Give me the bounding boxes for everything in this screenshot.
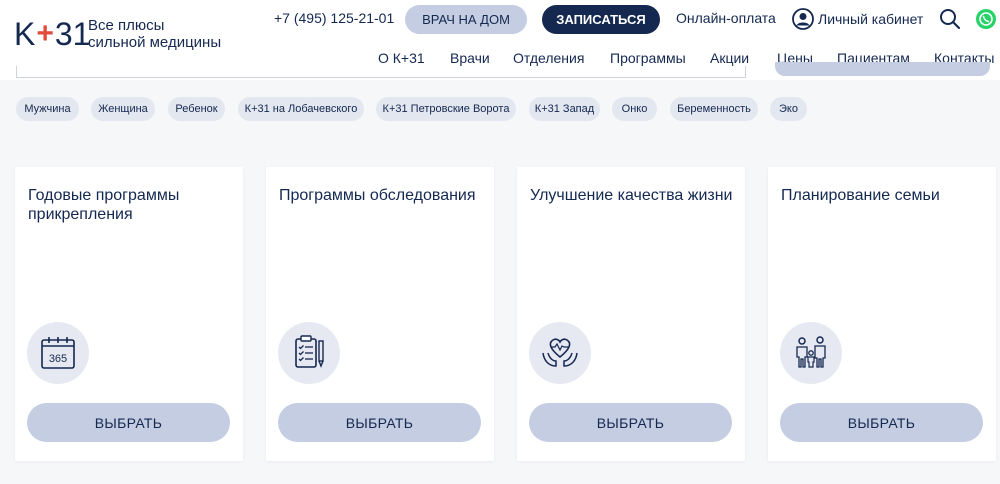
- chip-woman[interactable]: Женщина: [91, 97, 155, 121]
- select-button[interactable]: ВЫБРАТЬ: [529, 403, 732, 442]
- heart-hands-icon: [529, 322, 591, 384]
- search-field[interactable]: [16, 66, 746, 78]
- chip-child[interactable]: Ребенок: [168, 97, 225, 121]
- card-title: Улучшение качества жизни: [530, 187, 733, 204]
- chip-zapad[interactable]: К+31 Запад: [529, 97, 600, 121]
- online-payment-link[interactable]: Онлайн-оплата: [676, 10, 776, 26]
- svg-text:365: 365: [49, 353, 67, 365]
- nav-item-promotions[interactable]: Акции: [710, 50, 749, 66]
- program-card-annual[interactable]: Годовые программы прикрепления 365 ВЫБРА…: [15, 167, 243, 461]
- chip-petrovskie-vorota[interactable]: К+31 Петровские Ворота: [376, 97, 516, 121]
- user-icon: [792, 8, 814, 30]
- whatsapp-button[interactable]: [975, 8, 997, 35]
- phone-link[interactable]: +7 (495) 125-21-01: [274, 10, 394, 26]
- tagline: Все плюсы сильной медицины: [88, 17, 222, 51]
- logo-mark: K +31: [14, 16, 91, 52]
- program-card-quality-of-life[interactable]: Улучшение качества жизни ВЫБРАТЬ: [517, 167, 745, 461]
- chip-lobachevsky[interactable]: К+31 на Лобачевского: [238, 97, 364, 121]
- nav-item-about[interactable]: О К+31: [378, 50, 425, 66]
- program-card-family-planning[interactable]: Планирование семьи ВЫБРАТЬ: [768, 167, 996, 461]
- chip-man[interactable]: Мужчина: [16, 97, 79, 121]
- clipboard-checklist-icon: [278, 322, 340, 384]
- doctor-home-button[interactable]: ВРАЧ НА ДОМ: [405, 5, 527, 34]
- whatsapp-icon: [976, 9, 996, 29]
- select-button[interactable]: ВЫБРАТЬ: [27, 403, 230, 442]
- calendar-365-icon: 365: [27, 322, 89, 384]
- chip-eco[interactable]: Эко: [770, 97, 807, 121]
- search-submit-button[interactable]: [775, 62, 990, 76]
- program-card-examination[interactable]: Программы обследования ВЫБРАТЬ: [266, 167, 494, 461]
- account-link[interactable]: Личный кабинет: [792, 8, 923, 30]
- card-title: Планирование семьи: [781, 187, 940, 204]
- select-button[interactable]: ВЫБРАТЬ: [278, 403, 481, 442]
- chip-pregnancy[interactable]: Беременность: [670, 97, 758, 121]
- nav-item-doctors[interactable]: Врачи: [450, 50, 490, 66]
- select-button[interactable]: ВЫБРАТЬ: [780, 403, 983, 442]
- card-title: Годовые программы прикрепления: [28, 187, 180, 223]
- card-title: Программы обследования: [279, 187, 476, 204]
- search-icon: [940, 9, 961, 30]
- signup-button[interactable]: ЗАПИСАТЬСЯ: [542, 5, 660, 34]
- chip-onco[interactable]: Онко: [612, 97, 657, 121]
- family-icon: [780, 322, 842, 384]
- search-button[interactable]: [939, 8, 961, 35]
- nav-item-programs[interactable]: Программы: [610, 50, 686, 66]
- nav-item-departments[interactable]: Отделения: [513, 50, 584, 66]
- logo[interactable]: K +31: [14, 16, 90, 52]
